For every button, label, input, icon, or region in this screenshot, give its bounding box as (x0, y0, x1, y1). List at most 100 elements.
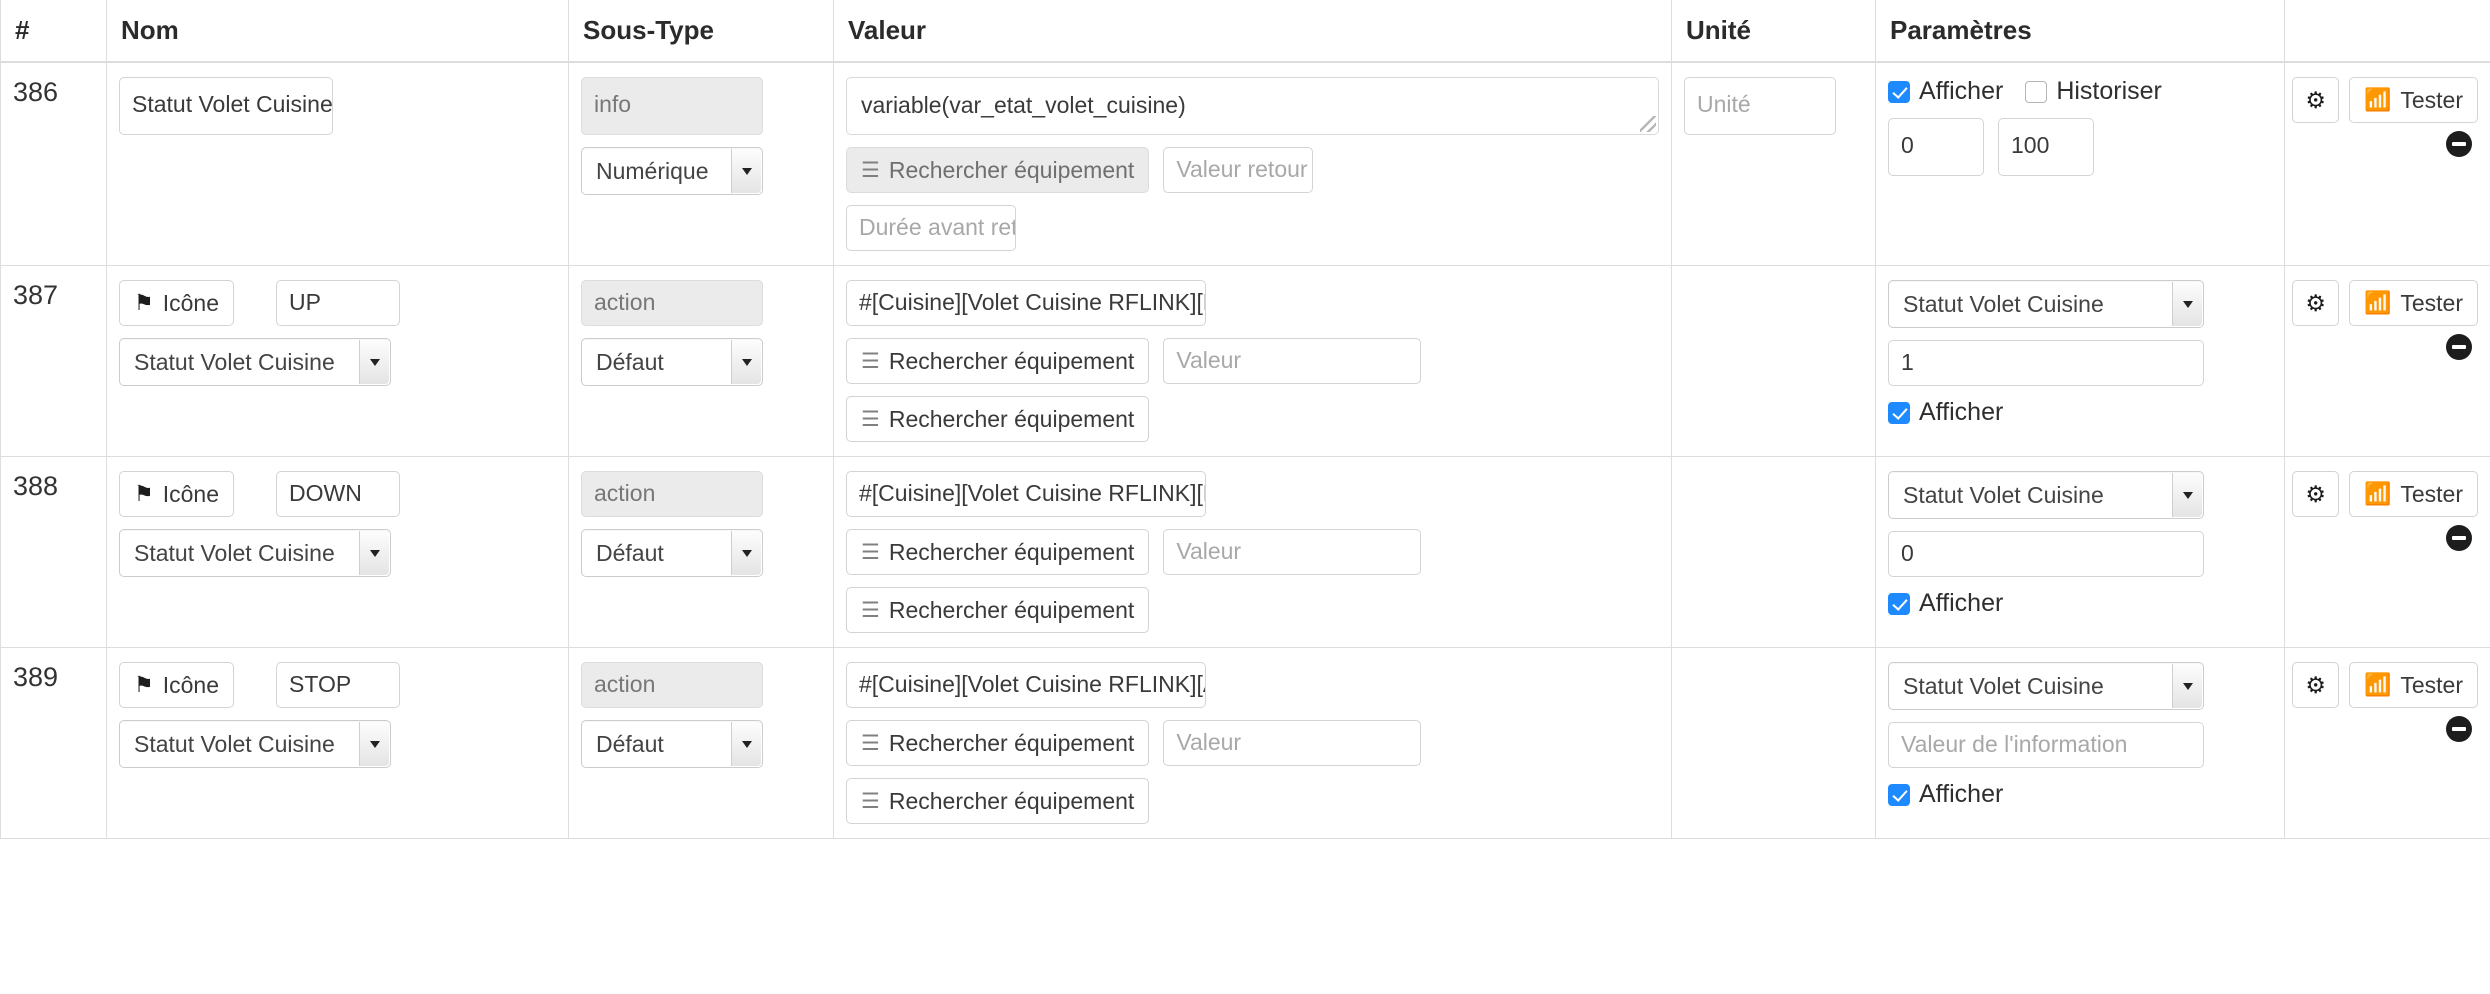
subtype-select-value: Défaut (596, 731, 664, 757)
minus-circle-icon[interactable] (2446, 334, 2472, 360)
list-icon: ☰ (861, 349, 880, 373)
resize-grip-icon[interactable] (1640, 116, 1656, 132)
search-equipment-button[interactable]: ☰ Rechercher équipement (846, 147, 1150, 193)
subtype-select[interactable]: Défaut (581, 720, 763, 768)
column-header-number: # (0, 0, 107, 63)
afficher-checkbox[interactable]: Afficher (1888, 77, 2003, 106)
name-input[interactable]: STOP (276, 662, 400, 708)
test-button[interactable]: 📶 Tester (2348, 77, 2478, 123)
icon-picker-button[interactable]: ⚑ Icône (119, 471, 234, 517)
subtype-select[interactable]: Défaut (581, 338, 763, 386)
column-header-parameters: Paramètres (1875, 0, 2285, 63)
chevron-down-icon (359, 531, 389, 575)
afficher-checkbox[interactable]: Afficher (1888, 589, 2003, 618)
chevron-down-icon (731, 722, 761, 766)
state-return-input[interactable]: Valeur retour d'état (1163, 147, 1314, 193)
commands-table: # Nom Sous-Type Valeur Unité Paramètres … (0, 0, 2490, 839)
value-actions-line: ☰ Rechercher équipement Valeur retour d'… (846, 147, 1659, 193)
name-input[interactable]: DOWN (276, 471, 400, 517)
parameter-checkboxes: Afficher Historiser (1888, 77, 2272, 106)
row-actions-cell: ⚙ 📶 Tester (2284, 456, 2490, 648)
value-expression-input[interactable]: #[Cuisine][Volet Cuisine RFLINK][Montée … (846, 280, 1206, 326)
linked-info-select[interactable]: Statut Volet Cuisine (1888, 280, 2204, 328)
search-equipment-button[interactable]: ☰ Rechercher équipement (846, 720, 1150, 766)
minus-circle-icon[interactable] (2446, 525, 2472, 551)
flag-icon: ⚑ (134, 290, 154, 315)
chevron-down-icon (2172, 664, 2202, 708)
subtype-select[interactable]: Numérique (581, 147, 763, 195)
actions-wrapper: ⚙ 📶 Tester (2292, 77, 2478, 162)
value-input[interactable]: Valeur (1163, 338, 1422, 384)
configure-button[interactable]: ⚙ (2292, 662, 2339, 708)
parent-info-select[interactable]: Statut Volet Cuisine (119, 529, 391, 577)
checkbox-box-checked[interactable] (1888, 80, 1910, 103)
parent-info-select[interactable]: Statut Volet Cuisine (119, 720, 391, 768)
checkbox-box-checked[interactable] (1888, 401, 1910, 424)
return-duration-input[interactable]: Durée avant retour (846, 205, 1016, 251)
test-button[interactable]: 📶 Tester (2348, 662, 2478, 708)
max-value-input[interactable]: 100 (1998, 118, 2094, 176)
value-actions-line: ☰ Rechercher équipement Valeur (846, 529, 1659, 575)
value-actions-line: ☰ Rechercher équipement Valeur (846, 720, 1659, 766)
icon-button-label: Icône (162, 289, 219, 316)
min-value-input[interactable]: 0 (1888, 118, 1984, 176)
chevron-down-icon (359, 340, 389, 384)
checkbox-box-checked[interactable] (1888, 592, 1910, 615)
parent-info-select[interactable]: Statut Volet Cuisine (119, 338, 391, 386)
type-readonly-field: action (581, 280, 763, 326)
configure-button[interactable]: ⚙ (2292, 280, 2339, 326)
test-button[interactable]: 📶 Tester (2348, 280, 2478, 326)
info-value-input[interactable]: 1 (1888, 340, 2204, 386)
row-value-cell: #[Cuisine][Volet Cuisine RFLINK][Arret 0… (833, 647, 1672, 839)
table-row: 386 Statut Volet Cuisine info Numérique … (0, 61, 2490, 266)
value-input[interactable]: Valeur (1163, 529, 1422, 575)
test-button[interactable]: 📶 Tester (2348, 471, 2478, 517)
value-input[interactable]: Valeur (1163, 720, 1422, 766)
name-input[interactable]: UP (276, 280, 400, 326)
remove-row (2446, 131, 2478, 162)
search-equipment-button-secondary[interactable]: ☰ Rechercher équipement (846, 396, 1150, 442)
row-parameters-cell: Statut Volet Cuisine 1 Afficher (1875, 265, 2285, 457)
subtype-select[interactable]: Défaut (581, 529, 763, 577)
row-number: 387 (0, 265, 107, 457)
search-equipment-button-secondary[interactable]: ☰ Rechercher équipement (846, 587, 1150, 633)
list-icon: ☰ (861, 407, 880, 431)
checkbox-box-unchecked[interactable] (2025, 80, 2048, 103)
icon-picker-button[interactable]: ⚑ Icône (119, 662, 234, 708)
icon-picker-button[interactable]: ⚑ Icône (119, 280, 234, 326)
linked-info-select[interactable]: Statut Volet Cuisine (1888, 662, 2204, 710)
search-equipment-button[interactable]: ☰ Rechercher équipement (846, 529, 1150, 575)
search-equipment-label: Rechercher équipement (888, 538, 1135, 565)
search-equipment-button[interactable]: ☰ Rechercher équipement (846, 338, 1150, 384)
linked-info-select[interactable]: Statut Volet Cuisine (1888, 471, 2204, 519)
afficher-checkbox[interactable]: Afficher (1888, 780, 2003, 809)
historiser-label: Historiser (2056, 77, 2162, 105)
value-expression-input[interactable]: #[Cuisine][Volet Cuisine RFLINK][Arret 0… (846, 662, 1206, 708)
configure-button[interactable]: ⚙ (2292, 471, 2339, 517)
row-subtype-cell: info Numérique (568, 61, 834, 266)
name-input[interactable]: Statut Volet Cuisine (119, 77, 333, 135)
historiser-checkbox[interactable]: Historiser (2025, 77, 2162, 106)
info-value-input[interactable]: Valeur de l'information (1888, 722, 2204, 768)
configure-button[interactable]: ⚙ (2292, 77, 2339, 123)
parent-info-select-value: Statut Volet Cuisine (134, 731, 335, 757)
name-top-line: ⚑ Icône STOP (119, 662, 556, 708)
row-unit-cell (1671, 456, 1876, 648)
minus-circle-icon[interactable] (2446, 716, 2472, 742)
info-value-input[interactable]: 0 (1888, 531, 2204, 577)
actions-wrapper: ⚙ 📶 Tester (2292, 662, 2478, 747)
checkbox-box-checked[interactable] (1888, 783, 1910, 806)
value-expression-input[interactable]: #[Cuisine][Volet Cuisine RFLINK][Descent… (846, 471, 1206, 517)
search-equipment-button-secondary[interactable]: ☰ Rechercher équipement (846, 778, 1150, 824)
afficher-checkbox[interactable]: Afficher (1888, 398, 2003, 427)
linked-info-select-value: Statut Volet Cuisine (1903, 291, 2104, 317)
unit-input[interactable]: Unité (1684, 77, 1836, 135)
minus-circle-icon[interactable] (2446, 131, 2472, 157)
value-expression-textarea[interactable]: variable(var_etat_volet_cuisine) (846, 77, 1659, 135)
flag-icon: ⚑ (134, 672, 154, 697)
